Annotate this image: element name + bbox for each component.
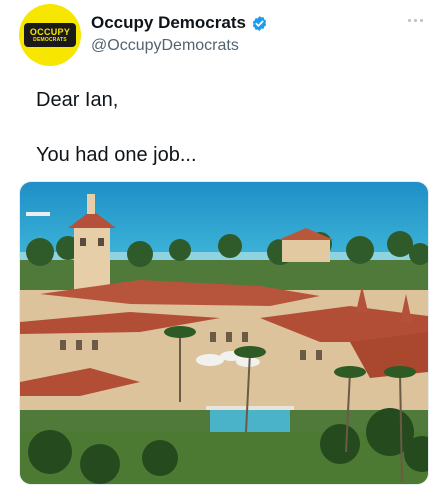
avatar[interactable]: OCCUPY DEMOCRATS <box>19 4 81 66</box>
display-name[interactable]: Occupy Democrats <box>91 13 246 33</box>
tweet-text-line-1: Dear Ian, <box>36 89 119 111</box>
logo-bottom-text: DEMOCRATS <box>33 36 67 43</box>
more-options-icon[interactable] <box>404 14 426 26</box>
user-handle[interactable]: @OccupyDemocrats <box>91 37 239 55</box>
tweet-card: OCCUPY DEMOCRATS Occupy Democrats @Occup… <box>0 0 446 500</box>
tweet-photo[interactable] <box>19 181 429 485</box>
tweet-text-line-2: You had one job... <box>36 144 197 166</box>
occupy-democrats-logo: OCCUPY DEMOCRATS <box>24 23 76 47</box>
logo-top-text: OCCUPY <box>29 26 71 37</box>
name-row: Occupy Democrats <box>91 13 268 33</box>
mansion-aerial-illustration <box>20 182 428 484</box>
verified-badge-icon <box>251 15 268 32</box>
